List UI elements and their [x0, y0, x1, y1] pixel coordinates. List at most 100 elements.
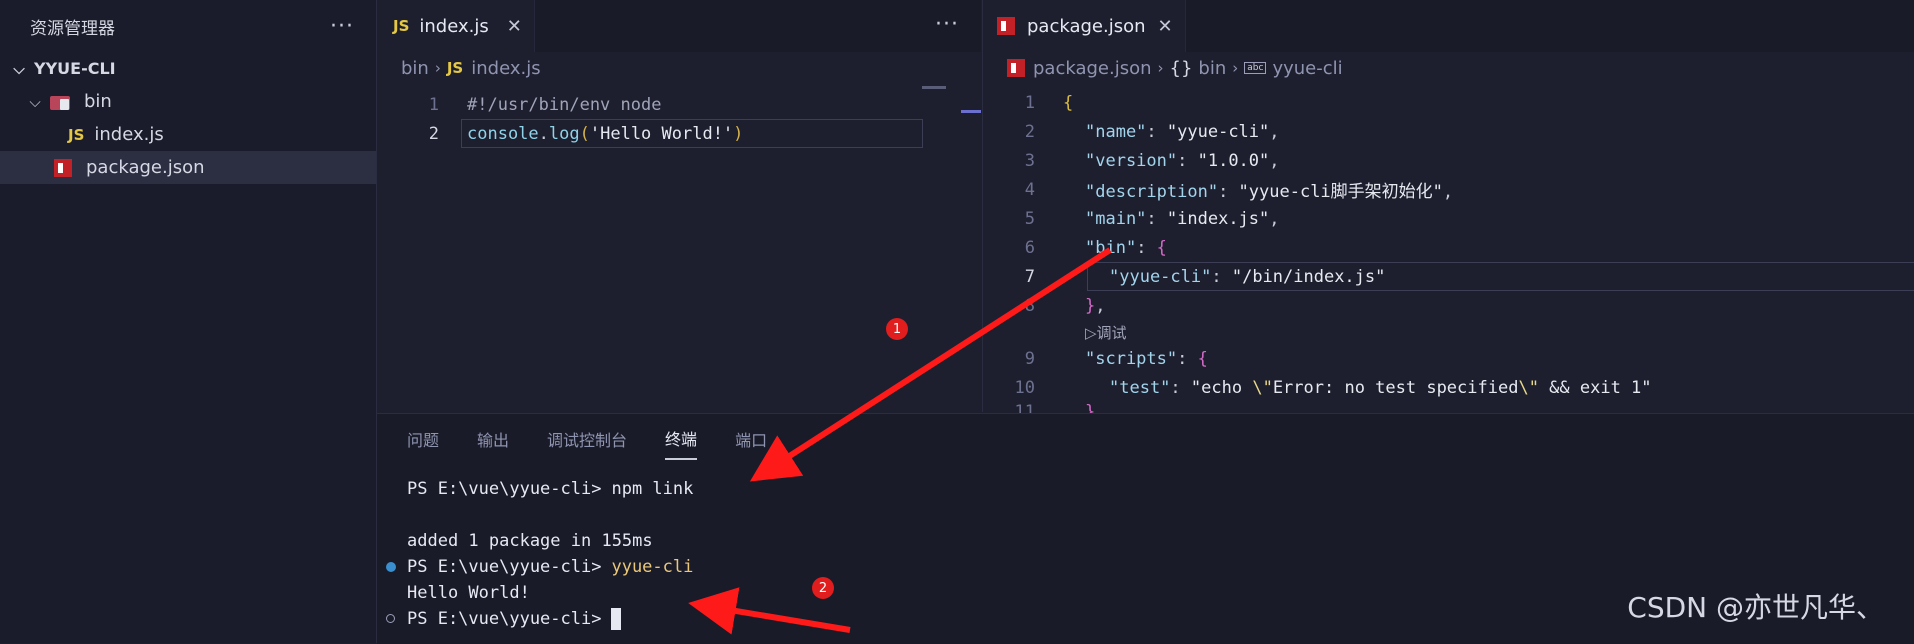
tree-root-folder[interactable]: ⌵ YYUE-CLI: [0, 52, 376, 85]
watermark: CSDN @亦世凡华、: [1627, 591, 1884, 624]
editor-group-right: package.json ✕ package.json › {} bin › a…: [982, 0, 1914, 416]
tree-item-label: index.js: [94, 124, 164, 145]
js-file-icon: JS: [68, 125, 85, 144]
tree-item-label: bin: [84, 91, 112, 112]
json-value: "yyue-cli": [1166, 121, 1270, 142]
chevron-right-icon: ›: [1157, 59, 1164, 77]
line-number: 5: [1024, 208, 1035, 229]
tab-terminal[interactable]: 终端: [665, 418, 698, 460]
close-icon[interactable]: ✕: [1158, 16, 1173, 37]
line-number: 1: [1024, 92, 1035, 113]
chevron-down-icon: ⌵: [13, 59, 25, 78]
debug-codelens-label[interactable]: ▷调试: [1063, 322, 1127, 343]
json-key: "scripts": [1085, 348, 1178, 369]
panel-tabs: 问题 输出 调试控制台 终端 端口: [377, 414, 1914, 464]
terminal-prompt: PS E:\vue\yyue-cli>: [407, 609, 602, 629]
tab-problems[interactable]: 问题: [407, 419, 439, 459]
braces-icon: {}: [1169, 57, 1193, 79]
json-value: "echo: [1190, 377, 1253, 398]
code-line: 2 console.log('Hello World!'): [377, 119, 981, 148]
annotation-badge-1: 1: [886, 318, 908, 340]
terminal-prompt: PS E:\vue\yyue-cli>: [407, 557, 602, 577]
line-number: 7: [1024, 266, 1035, 287]
line-number: 2: [428, 123, 439, 144]
folder-bin-icon: [50, 93, 72, 111]
js-file-icon: JS: [446, 59, 464, 77]
scrollbar-indicator[interactable]: [961, 110, 981, 113]
json-value: Error: no test specified: [1272, 377, 1519, 398]
code-line: 3 "version": "1.0.0",: [983, 146, 1914, 175]
annotation-badge-2: 2: [812, 577, 834, 599]
tab-ports[interactable]: 端口: [735, 419, 767, 459]
code-token: :: [1146, 121, 1167, 142]
json-escape: \": [1252, 377, 1273, 398]
bottom-panel: 问题 输出 调试控制台 终端 端口 PS E:\vue\yyue-cli> np…: [377, 413, 1914, 644]
explorer-more-icon[interactable]: ···: [330, 14, 354, 39]
tree-item-bin[interactable]: ⌵ bin: [0, 85, 376, 118]
line-number: 4: [1024, 179, 1035, 200]
terminal-line: added 1 package in 155ms: [377, 528, 1914, 554]
breadcrumb-folder[interactable]: bin: [401, 58, 429, 79]
breadcrumb: bin › JS index.js: [377, 52, 981, 84]
string-icon: abc: [1244, 62, 1267, 74]
code-line: 5 "main": "index.js",: [983, 204, 1914, 233]
breadcrumb-leaf[interactable]: yyue-cli: [1272, 58, 1342, 79]
editor-more-icon[interactable]: ···: [935, 12, 959, 37]
line-number: 1: [428, 94, 439, 115]
line-number: 6: [1024, 237, 1035, 258]
terminal-cursor: [611, 608, 622, 630]
line-number: 9: [1024, 348, 1035, 369]
command-pending-marker-icon[interactable]: [386, 614, 395, 623]
tab-bar: package.json ✕: [983, 0, 1914, 52]
terminal-prompt: PS E:\vue\yyue-cli>: [407, 479, 602, 499]
code-line: 10 "test": "echo \"Error: no test specif…: [983, 373, 1914, 402]
breadcrumb-file[interactable]: index.js: [471, 58, 540, 79]
json-value: && exit 1": [1538, 377, 1652, 398]
code-token: ,: [1095, 295, 1106, 316]
code-token: :: [1146, 208, 1167, 229]
line-number: 3: [1024, 150, 1035, 171]
terminal-line: PS E:\vue\yyue-cli> yyue-cli: [377, 554, 1914, 580]
command-success-marker-icon[interactable]: [386, 562, 396, 572]
tree-item-package-json[interactable]: package.json: [0, 151, 376, 184]
explorer-title: 资源管理器: [30, 18, 115, 39]
npm-file-icon: [997, 17, 1015, 35]
code-token: ,: [1269, 121, 1280, 142]
tree-item-index-js[interactable]: JS index.js: [0, 118, 376, 151]
tab-label: package.json: [1027, 15, 1146, 37]
json-key: "main": [1085, 208, 1147, 229]
tab-package-json[interactable]: package.json ✕: [983, 0, 1186, 52]
json-value: "1.0.0": [1197, 150, 1270, 171]
code-token: {: [1156, 237, 1167, 258]
code-token: }: [1085, 295, 1096, 316]
code-area[interactable]: 1 #!/usr/bin/env node 2 console.log('Hel…: [377, 84, 981, 148]
code-line: 8 },: [983, 291, 1914, 320]
js-file-icon: JS: [393, 17, 410, 35]
code-line: 4 "description": "yyue-cli脚手架初始化",: [983, 175, 1914, 204]
breadcrumb-file[interactable]: package.json: [1033, 58, 1152, 79]
tab-output[interactable]: 输出: [477, 419, 509, 459]
code-line: 7 "yyue-cli": "/bin/index.js": [983, 262, 1914, 291]
code-line: 1 {: [983, 88, 1914, 117]
tab-index-js[interactable]: JS index.js ✕: [377, 0, 535, 52]
codelens-debug[interactable]: ▷调试: [983, 320, 1914, 344]
json-key: "name": [1085, 121, 1147, 142]
tab-debug-console[interactable]: 调试控制台: [547, 419, 627, 459]
code-token: {: [1063, 92, 1074, 113]
code-line: 9 "scripts": {: [983, 344, 1914, 373]
line-number: 8: [1024, 295, 1035, 316]
breadcrumb-bin[interactable]: bin: [1198, 58, 1226, 79]
minimap[interactable]: [922, 86, 946, 89]
code-area[interactable]: 1 { 2 "name": "yyue-cli", 3 "version": "…: [983, 84, 1914, 416]
json-key: "bin": [1085, 237, 1137, 258]
code-token: :: [1177, 348, 1198, 369]
editor-group-left: JS index.js ✕ ··· bin › JS index.js 1 #!…: [377, 0, 981, 412]
terminal-output: added 1 package in 155ms: [407, 531, 653, 551]
tab-label: index.js: [419, 15, 489, 37]
chevron-right-icon: ›: [434, 59, 441, 77]
root-folder-label: YYUE-CLI: [34, 59, 116, 78]
code-line: 1 #!/usr/bin/env node: [377, 90, 981, 119]
line-number: 10: [1014, 377, 1035, 398]
json-value: "index.js": [1166, 208, 1270, 229]
close-icon[interactable]: ✕: [507, 16, 522, 37]
